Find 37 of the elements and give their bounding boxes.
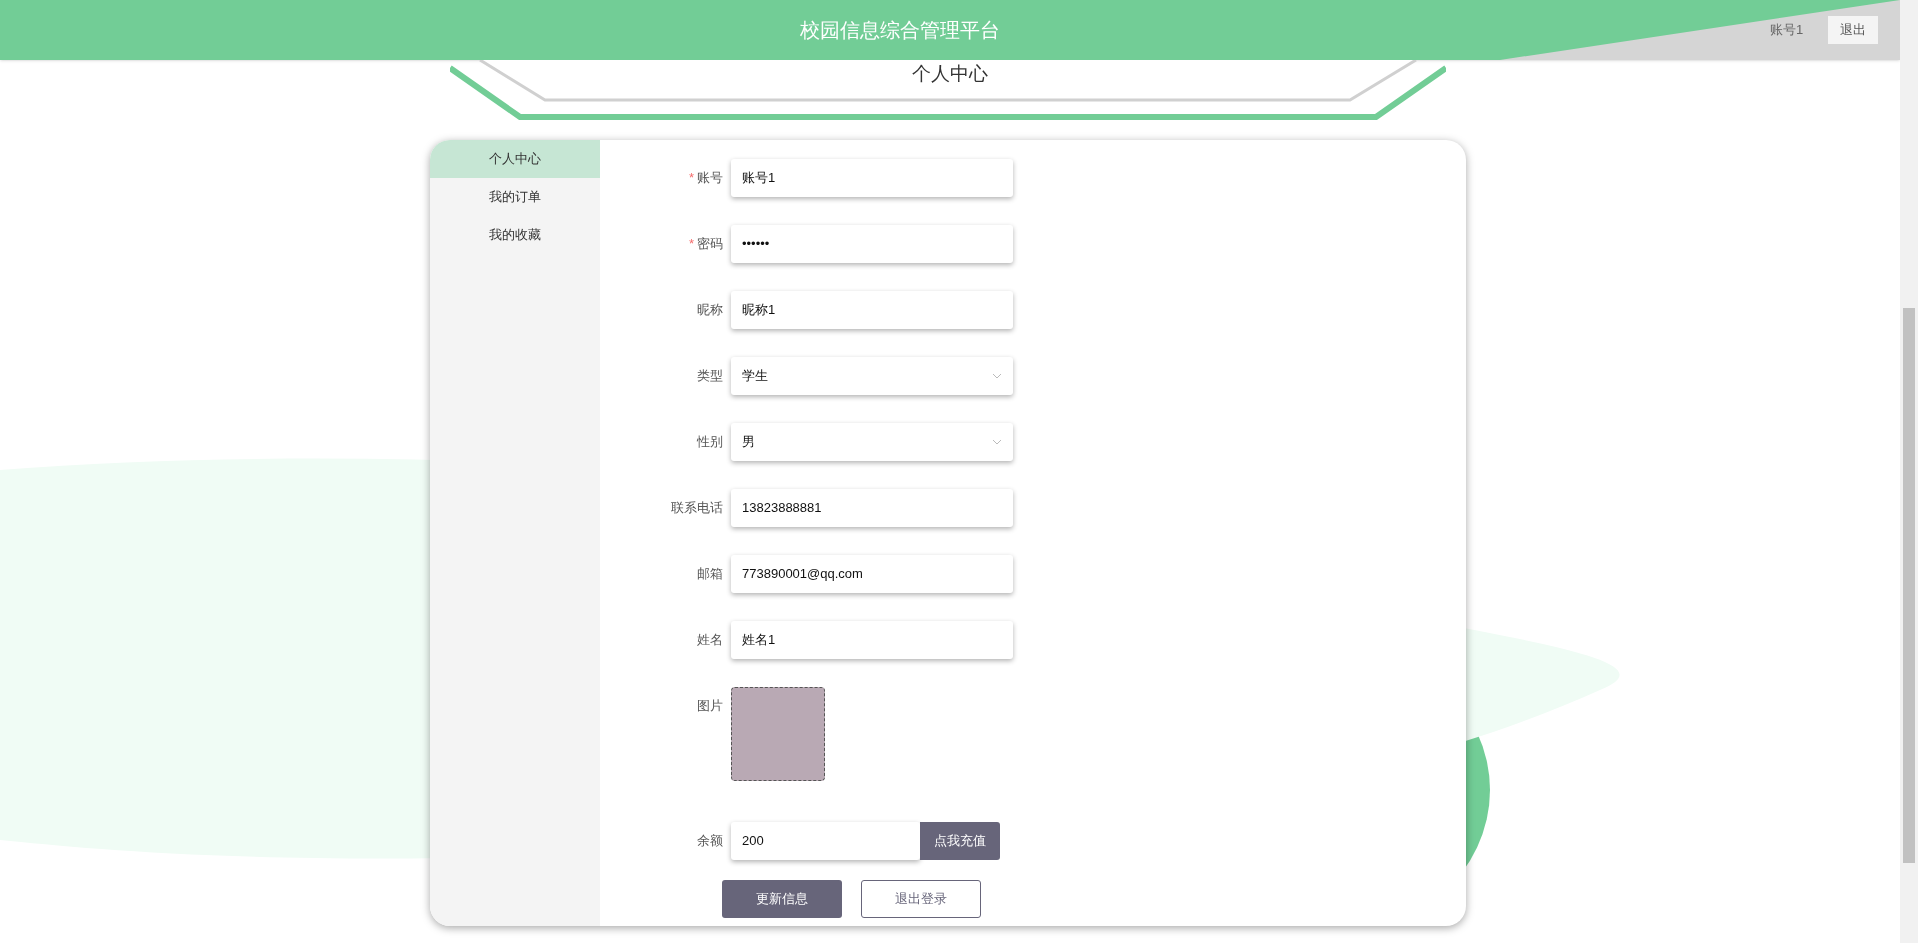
chevron-down-icon [992,373,1002,379]
sidebar-item[interactable]: 个人中心 [430,140,600,178]
username: 账号1 [1770,21,1804,40]
field-label: 姓名 [697,631,723,650]
scrollbar[interactable] [1900,0,1918,943]
photo-placeholder[interactable] [731,687,825,781]
select-value: 学生 [742,367,768,386]
select-value: 男 [742,433,755,452]
input-field[interactable]: 773890001@qq.com [731,555,1013,593]
required-mark: * [688,235,694,254]
required-mark: * [688,169,694,188]
input-field[interactable]: 昵称1 [731,291,1013,329]
field-label: 类型 [697,367,723,386]
field-label: 性别 [697,433,723,452]
select-field[interactable]: 学生 [731,357,1013,395]
sidebar-item[interactable]: 我的收藏 [430,216,600,254]
field-label: 邮箱 [697,565,723,584]
field-label: 联系电话 [671,499,723,518]
recharge-button[interactable]: 点我充值 [920,822,1000,860]
password-field[interactable]: •••••• [731,225,1013,263]
input-field[interactable]: 13823888881 [731,489,1013,527]
logout-button[interactable]: 退出登录 [861,880,981,918]
sidebar-item[interactable]: 我的订单 [430,178,600,216]
app-title: 校园信息综合管理平台 [799,18,1001,43]
update-button[interactable]: 更新信息 [722,880,842,918]
field-label: 余额 [697,832,723,851]
logout-button[interactable]: 退出 [1828,16,1878,44]
input-field[interactable]: 姓名1 [731,621,1013,659]
page-title: 个人中心 [911,62,989,86]
field-label: 账号 [697,169,723,188]
field-label: 密码 [697,235,723,254]
chevron-down-icon [992,439,1002,445]
input-field[interactable]: 账号1 [731,159,1013,197]
field-label: 昵称 [697,301,723,320]
select-field[interactable]: 男 [731,423,1013,461]
field-label: 图片 [697,697,723,716]
input-field[interactable]: 200 [731,822,920,860]
